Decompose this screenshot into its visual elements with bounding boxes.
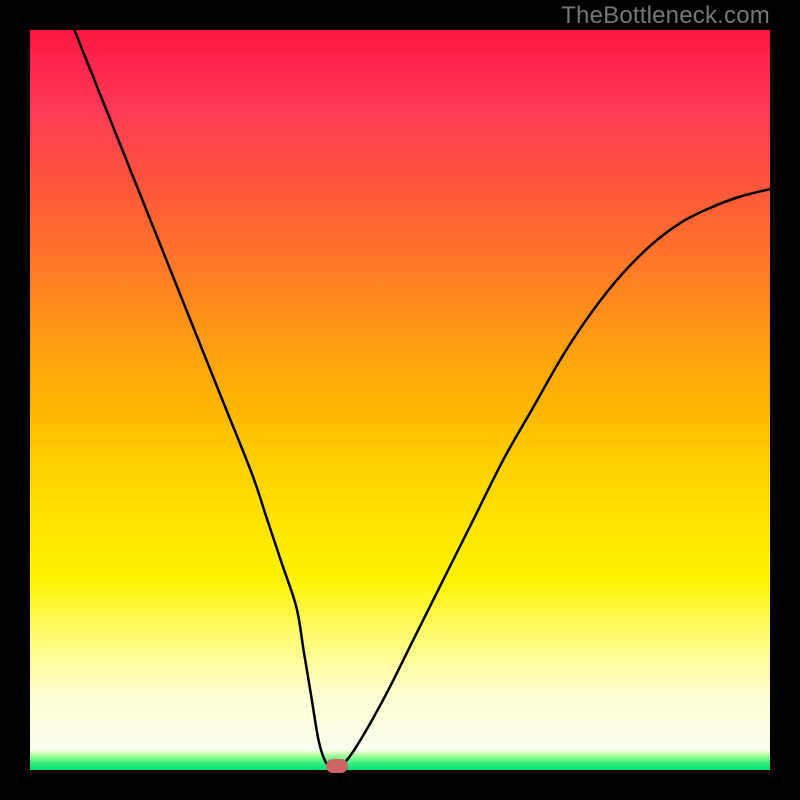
chart-frame: TheBottleneck.com xyxy=(0,0,800,800)
watermark-text: TheBottleneck.com xyxy=(561,2,770,30)
min-marker xyxy=(326,759,348,773)
plot-area xyxy=(30,30,770,770)
bottleneck-curve xyxy=(74,30,770,768)
curve-svg xyxy=(30,30,770,770)
